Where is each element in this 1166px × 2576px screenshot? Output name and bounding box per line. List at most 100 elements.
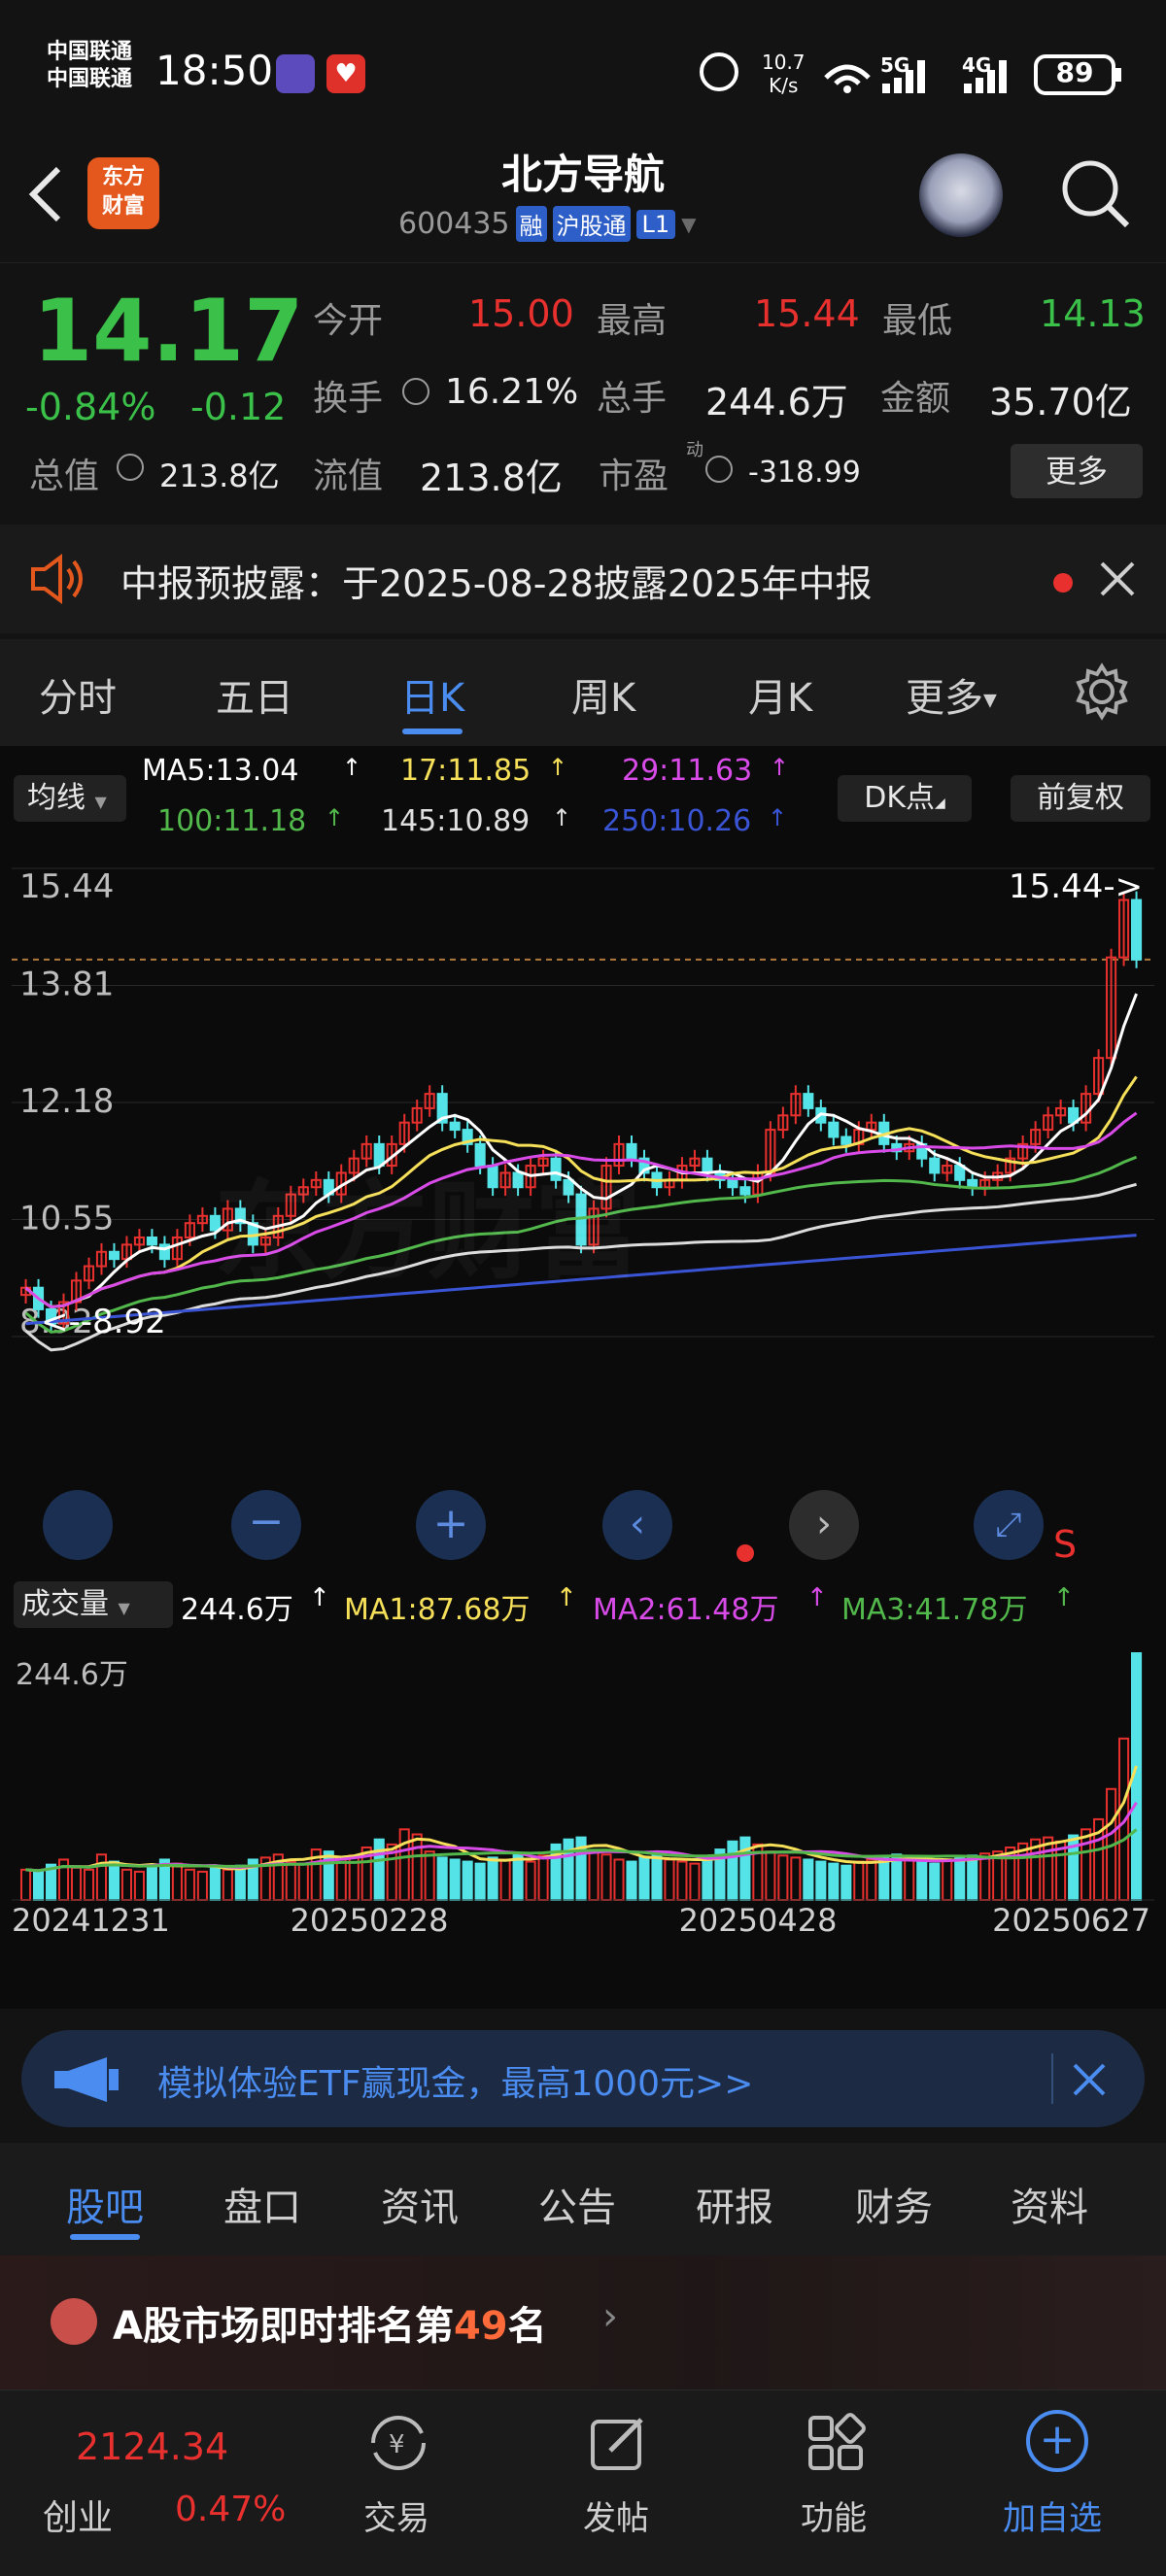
volume-bar: [462, 1860, 473, 1901]
nav-trade[interactable]: 交易: [363, 2491, 429, 2539]
volume-bar: [727, 1840, 738, 1902]
info-icon[interactable]: [705, 456, 733, 483]
volume-bar: [702, 1856, 713, 1902]
high-value: 15.44: [754, 292, 860, 335]
gear-icon[interactable]: [1073, 662, 1131, 721]
volume-axis-label: 244.6万: [16, 1658, 128, 1692]
index-value[interactable]: 2124.34: [76, 2425, 228, 2468]
tab-five-day[interactable]: 五日: [216, 666, 293, 723]
volume-bar: [525, 1860, 536, 1901]
up-arrow-icon: ↑: [556, 1583, 577, 1612]
volume-bar: [1080, 1828, 1092, 1901]
info-icon[interactable]: [117, 454, 144, 481]
low-price-marker: <--8.92: [41, 1303, 166, 1341]
price-adjust-button[interactable]: 前复权: [1011, 775, 1150, 822]
ranking-text: A股市场即时排名第49名: [113, 2294, 547, 2351]
zoom-out-button[interactable]: −: [231, 1490, 301, 1560]
ranking-number: 49: [453, 2304, 508, 2349]
close-icon[interactable]: [1098, 559, 1137, 598]
candle-body: [803, 1093, 814, 1109]
tab-daily-k[interactable]: 日K: [400, 666, 464, 723]
divider: [1051, 2053, 1053, 2104]
caret-down-icon: ▼: [94, 793, 107, 811]
tab-monthly-k[interactable]: 月K: [748, 666, 812, 723]
nav-functions[interactable]: 功能: [801, 2491, 867, 2539]
app-notification-icon: [276, 54, 315, 93]
up-arrow-icon: ↑: [768, 804, 788, 831]
up-arrow-icon: ↑: [552, 804, 572, 831]
volume-bar: [866, 1858, 877, 1902]
search-icon[interactable]: [1059, 157, 1133, 231]
info-icon[interactable]: [402, 378, 429, 405]
candle-body: [840, 1135, 852, 1145]
ranking-card[interactable]: A股市场即时排名第49名 ›: [0, 2255, 1166, 2391]
ma-selector[interactable]: 均线 ▼: [14, 775, 126, 822]
volume-bar: [95, 1853, 108, 1901]
turnover-value: 16.21%: [445, 372, 579, 412]
volume-bar: [222, 1868, 233, 1901]
volume-bar: [1043, 1836, 1054, 1902]
volume-chart[interactable]: 244.6万 20241231 20250228 20250428 20250627: [12, 1644, 1154, 1935]
vol-ma2: MA2:61.48万: [593, 1593, 779, 1627]
volume-bar: [184, 1868, 195, 1901]
trade-icon[interactable]: ¥: [363, 2414, 433, 2472]
sell-signal-marker: S: [1053, 1523, 1078, 1566]
etf-ad-banner[interactable]: 模拟体验ETF赢现金，最高1000元>>: [21, 2030, 1145, 2127]
zoom-in-button[interactable]: +: [416, 1490, 486, 1560]
volume-bar: [689, 1862, 701, 1901]
fullscreen-icon[interactable]: ⤢: [974, 1490, 1044, 1560]
tab-financials[interactable]: 财务: [855, 2176, 933, 2232]
last-price: 14.17: [33, 281, 304, 381]
grid-icon[interactable]: [805, 2412, 867, 2474]
carrier-1: 中国联通: [47, 40, 133, 64]
price-axis-label: 15.44: [19, 867, 114, 906]
dk-point-button[interactable]: DK点◢: [838, 775, 972, 822]
tab-more-label: 更多: [906, 676, 983, 721]
tab-announcements[interactable]: 公告: [538, 2176, 616, 2232]
volume-selector-label: 成交量: [21, 1587, 109, 1621]
volume-bar: [929, 1862, 941, 1901]
tab-weekly-k[interactable]: 周K: [571, 666, 635, 723]
tab-forum[interactable]: 股吧: [66, 2176, 144, 2232]
index-change: 0.47%: [175, 2490, 287, 2529]
tab-more[interactable]: 更多▼: [906, 666, 997, 723]
scroll-left-button[interactable]: ‹: [602, 1490, 672, 1560]
stock-code-row[interactable]: 600435 融 沪股通 L1 ▼: [398, 206, 697, 242]
open-value: 15.00: [468, 292, 574, 335]
stock-code: 600435: [398, 207, 510, 241]
tab-news[interactable]: 资讯: [381, 2176, 459, 2232]
change-amount: -0.12: [190, 386, 287, 428]
robot-assistant-icon[interactable]: [919, 153, 1003, 237]
nav-post[interactable]: 发帖: [583, 2491, 649, 2539]
tab-order-book[interactable]: 盘口: [223, 2176, 301, 2232]
volume-bar: [588, 1850, 600, 1901]
index-name: 创业: [43, 2498, 114, 2538]
volume-bar: [803, 1858, 814, 1902]
volume-bar: [285, 1860, 296, 1901]
x-axis-label: 20241231: [12, 1902, 170, 1935]
close-icon[interactable]: [1071, 2061, 1108, 2098]
volume-selector[interactable]: 成交量 ▼: [14, 1581, 173, 1628]
scroll-right-button[interactable]: ›: [789, 1490, 859, 1560]
watermark: 东方财富: [214, 1144, 641, 1300]
period-tabs: 分时 五日 日K 周K 月K 更多▼: [0, 639, 1166, 746]
notice-banner[interactable]: 中报预披露：于2025-08-28披露2025年中报: [0, 525, 1166, 633]
nav-add-watchlist[interactable]: 加自选: [1003, 2491, 1102, 2539]
tab-intraday[interactable]: 分时: [39, 666, 117, 723]
volume-bar: [297, 1862, 309, 1901]
edit-icon[interactable]: [587, 2412, 649, 2474]
tab-research[interactable]: 研报: [696, 2176, 773, 2232]
volume-bar: [537, 1854, 549, 1902]
high-label: 最高: [597, 301, 668, 341]
volume-bar: [638, 1856, 650, 1902]
more-button[interactable]: 更多: [1011, 444, 1143, 498]
add-watchlist-icon[interactable]: +: [1026, 2410, 1088, 2472]
tab-profile[interactable]: 资料: [1011, 2176, 1088, 2232]
price-axis-label: 10.55: [19, 1200, 114, 1238]
megaphone-icon: [54, 2057, 119, 2102]
candle-body: [967, 1178, 978, 1189]
zoom-reset-button[interactable]: [43, 1490, 113, 1560]
svg-text:¥: ¥: [389, 2430, 405, 2459]
caret-down-icon: ▼: [983, 690, 997, 711]
mktcap-value: 213.8亿: [159, 458, 280, 494]
